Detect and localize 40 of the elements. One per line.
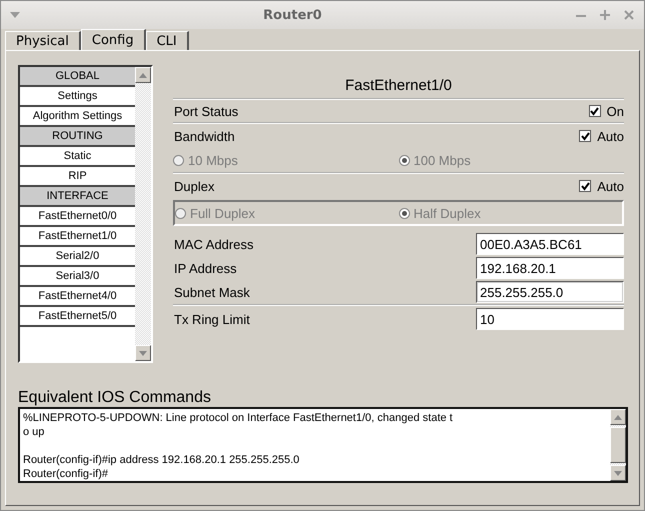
- check-icon: [590, 106, 600, 116]
- check-icon: [580, 182, 590, 190]
- field-label: Duplex: [174, 178, 214, 194]
- console-line: %LINEPROTO-5-UPDOWN: Line protocol on Interface FastEthernet1/0, changed state t: [23, 411, 454, 425]
- check-icon: [580, 132, 590, 140]
- console-line: o up: [23, 425, 46, 439]
- scroll-up-icon[interactable]: [610, 409, 626, 425]
- section-header: GLOBAL: [20, 67, 135, 87]
- interface-title: FastEthernet1/0: [173, 77, 624, 100]
- section-header: ROUTING: [20, 127, 135, 147]
- scrollbar[interactable]: [135, 67, 151, 361]
- option-label: 10 Mbps: [188, 152, 238, 168]
- scroll-down-icon[interactable]: [610, 465, 626, 481]
- input-field[interactable]: 255.255.255.0: [476, 281, 624, 303]
- field-label: MAC Address: [174, 236, 254, 252]
- tab[interactable]: Physical: [5, 31, 81, 50]
- checkbox[interactable]: Auto: [579, 178, 624, 194]
- tab[interactable]: CLI: [146, 31, 189, 50]
- tab[interactable]: Config: [80, 29, 146, 50]
- input-field[interactable]: 192.168.20.1: [476, 257, 624, 279]
- option-label: Full Duplex: [190, 206, 256, 220]
- scroll-down-icon[interactable]: [135, 345, 151, 361]
- window-title: Router0: [262, 8, 323, 22]
- scrollbar[interactable]: [610, 409, 626, 481]
- checkbox[interactable]: Auto: [579, 128, 624, 144]
- field-label: IP Address: [174, 260, 237, 276]
- input-field[interactable]: 00E0.A3A5.BC61: [476, 233, 624, 255]
- field-label: Port Status: [174, 104, 238, 118]
- section-header: INTERFACE: [20, 187, 135, 207]
- console-line: Router(config-if)#: [23, 467, 109, 481]
- option-label: 100 Mbps: [414, 152, 471, 168]
- console-line: Router(config-if)#ip address 192.168.20.1 255.255.255.0: [23, 453, 300, 467]
- field-label: Subnet Mask: [174, 284, 250, 300]
- field-label: Tx Ring Limit: [174, 312, 250, 326]
- section-title: Equivalent IOS Commands: [18, 389, 212, 407]
- checkbox[interactable]: On: [588, 104, 624, 118]
- input-field[interactable]: 10: [476, 308, 624, 330]
- scroll-up-icon[interactable]: [135, 67, 151, 83]
- option-label: Half Duplex: [414, 206, 481, 220]
- field-label: Bandwidth: [174, 128, 235, 144]
